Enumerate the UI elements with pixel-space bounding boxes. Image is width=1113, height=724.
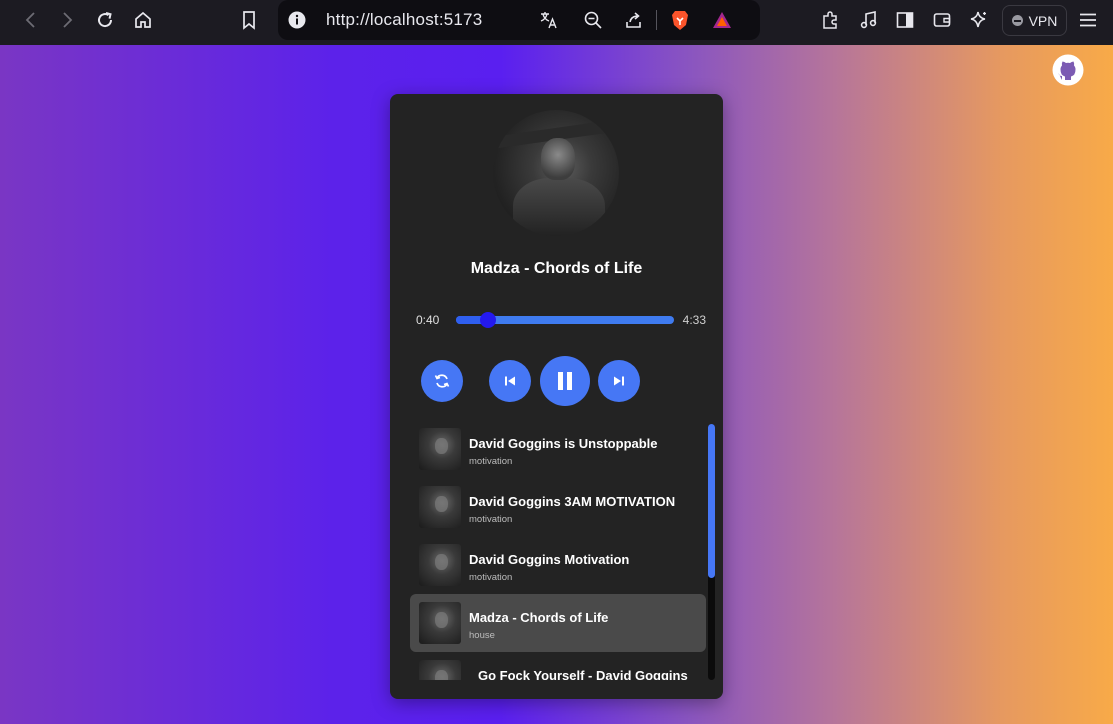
browser-toolbar: http://localhost:5173 VPN xyxy=(0,0,1113,45)
track-genre: motivation xyxy=(469,572,513,583)
progress-slider[interactable] xyxy=(456,312,674,328)
forward-button[interactable] xyxy=(54,7,80,33)
current-time: 0:40 xyxy=(416,313,440,327)
chevron-left-icon xyxy=(25,12,35,28)
translate-button[interactable] xyxy=(538,9,560,31)
track-title: Madza - Chords of Life xyxy=(469,610,609,625)
page-background: Madza - Chords of Life 0:40 4:33 David G… xyxy=(0,45,1113,724)
track-thumbnail xyxy=(419,660,461,680)
track-title: David Goggins is Unstoppable xyxy=(469,436,658,451)
brave-lion-icon xyxy=(672,11,688,30)
playlist-item[interactable]: Go Fock Yourself - David Goggins xyxy=(410,652,706,680)
wallet-icon xyxy=(933,13,951,27)
track-thumbnail xyxy=(419,428,461,470)
home-button[interactable] xyxy=(130,7,156,33)
chevron-right-icon xyxy=(63,12,73,28)
reload-button[interactable] xyxy=(92,7,118,33)
track-genre: motivation xyxy=(469,514,513,525)
puzzle-icon xyxy=(823,11,837,29)
track-title: David Goggins 3AM MOTIVATION xyxy=(469,494,676,509)
album-cover xyxy=(493,110,619,236)
media-button[interactable] xyxy=(855,7,881,33)
playlist: David Goggins is Unstoppable motivation … xyxy=(410,420,706,680)
playlist-item[interactable]: David Goggins is Unstoppable motivation xyxy=(410,420,706,478)
translate-icon xyxy=(540,12,557,29)
vpn-label: VPN xyxy=(1028,12,1058,29)
playlist-scrollbar[interactable] xyxy=(708,424,715,680)
zoom-button[interactable] xyxy=(582,9,604,31)
address-bar[interactable]: http://localhost:5173 xyxy=(278,0,760,40)
track-thumbnail xyxy=(419,602,461,644)
previous-button[interactable] xyxy=(489,360,531,402)
brave-rewards-button[interactable] xyxy=(711,9,733,31)
scrollbar-thumb[interactable] xyxy=(708,424,715,578)
back-button[interactable] xyxy=(18,7,44,33)
sparkle-icon xyxy=(970,11,986,28)
track-genre: motivation xyxy=(469,456,513,467)
extensions-button[interactable] xyxy=(817,7,843,33)
rewards-triangle-icon xyxy=(713,12,731,28)
duration: 4:33 xyxy=(682,313,706,327)
playlist-item-active[interactable]: Madza - Chords of Life house xyxy=(410,594,706,652)
skip-next-icon xyxy=(614,376,624,386)
playlist-item[interactable]: David Goggins 3AM MOTIVATION motivation xyxy=(410,478,706,536)
home-icon xyxy=(135,11,151,28)
now-playing-title: Madza - Chords of Life xyxy=(470,260,643,277)
url-text[interactable]: http://localhost:5173 xyxy=(326,10,482,30)
zoom-out-icon xyxy=(584,11,602,29)
sidebar-button[interactable] xyxy=(892,7,918,33)
share-button[interactable] xyxy=(623,9,645,31)
repeat-button[interactable] xyxy=(421,360,463,402)
hamburger-menu-icon xyxy=(1080,13,1096,27)
track-title: Go Fock Yourself - David Goggins xyxy=(478,668,688,680)
brave-shields-button[interactable] xyxy=(669,9,691,31)
share-icon xyxy=(626,12,641,28)
track-thumbnail xyxy=(419,486,461,528)
github-icon[interactable] xyxy=(1052,54,1084,86)
repeat-icon xyxy=(434,374,450,388)
bookmark-icon xyxy=(243,11,255,30)
bookmark-button[interactable] xyxy=(236,7,262,33)
pause-button[interactable] xyxy=(540,356,590,406)
divider xyxy=(656,10,657,30)
track-genre: house xyxy=(469,630,495,641)
leo-ai-button[interactable] xyxy=(966,7,992,33)
progress-handle[interactable] xyxy=(479,312,496,328)
vpn-button[interactable]: VPN xyxy=(1002,5,1067,36)
sidebar-icon xyxy=(896,12,914,28)
track-thumbnail xyxy=(419,544,461,586)
menu-button[interactable] xyxy=(1075,7,1101,33)
music-player-card: Madza - Chords of Life 0:40 4:33 David G… xyxy=(390,94,723,699)
wallet-button[interactable] xyxy=(929,7,955,33)
vpn-status-icon xyxy=(1011,15,1023,26)
reload-icon xyxy=(98,12,113,28)
pause-icon xyxy=(558,372,572,390)
music-note-icon xyxy=(860,11,877,29)
skip-previous-icon xyxy=(505,376,515,386)
playlist-item[interactable]: David Goggins Motivation motivation xyxy=(410,536,706,594)
track-title: David Goggins Motivation xyxy=(469,552,630,567)
next-button[interactable] xyxy=(598,360,640,402)
info-icon[interactable] xyxy=(287,10,307,30)
